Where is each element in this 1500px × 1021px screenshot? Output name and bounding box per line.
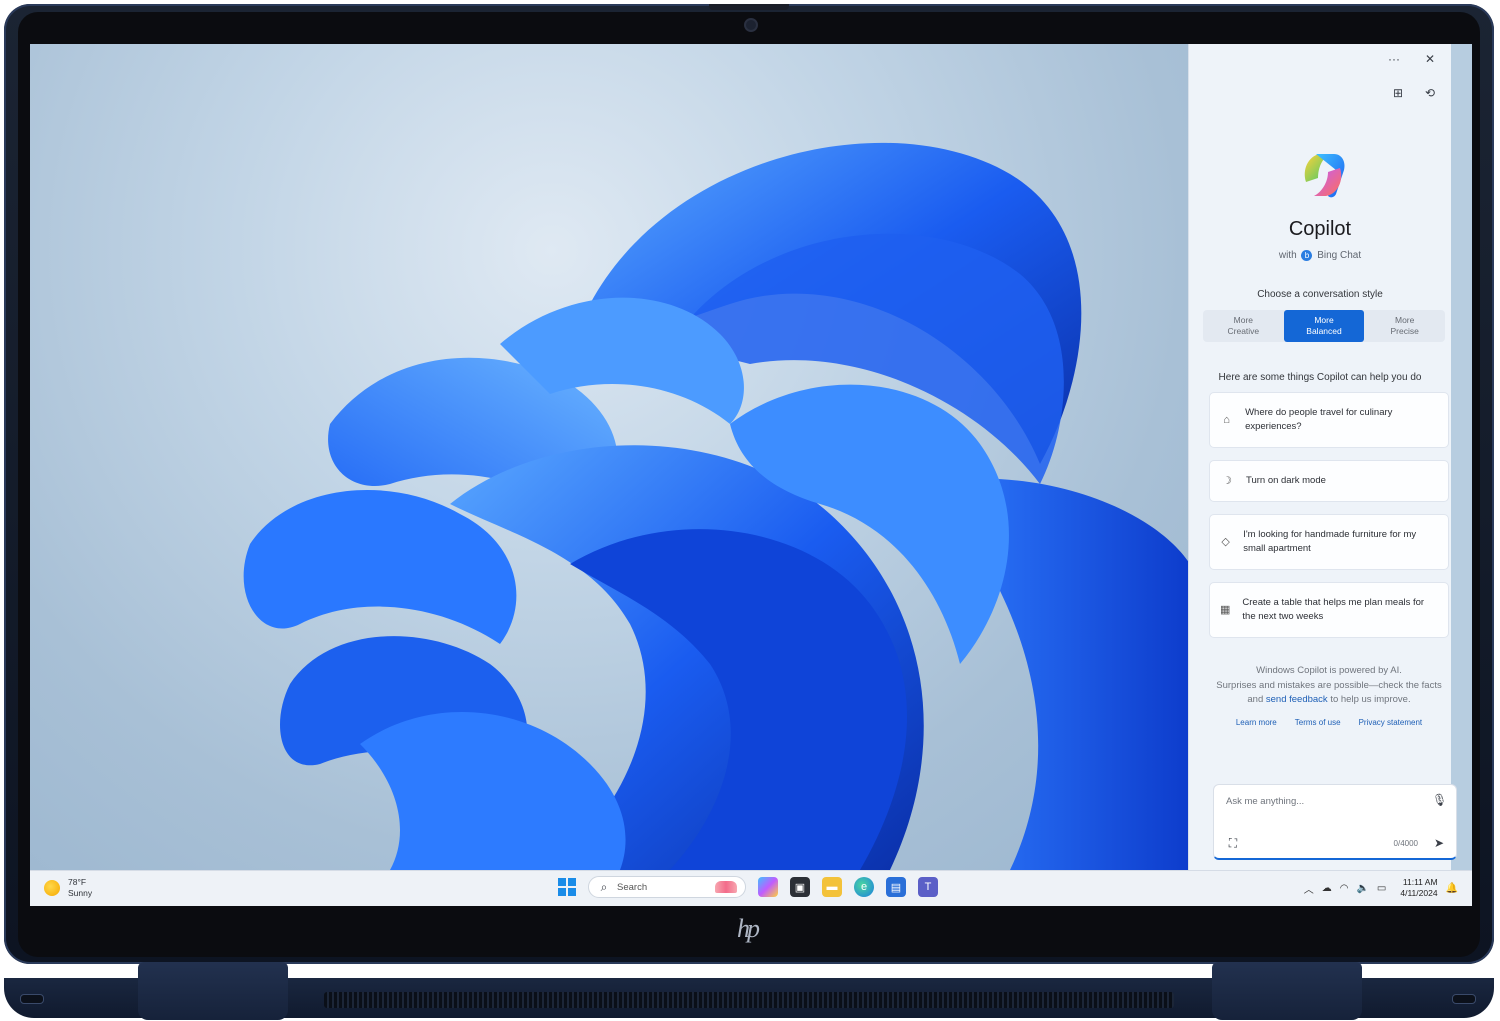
search-label: Search	[617, 881, 648, 893]
speaker-grill	[324, 992, 1174, 1008]
style-more-balanced-button[interactable]: More Balanced	[1283, 310, 1365, 342]
taskbar: 78°F Sunny ⌕ Search ▣ ▬ e ▤ T ︿ ☁ ◠ 🔈 ▭ …	[30, 870, 1472, 906]
history-icon[interactable]: ⟲	[1423, 86, 1437, 100]
clock-date: 4/11/2024	[1400, 888, 1438, 898]
copilot-window-controls: ··· ✕	[1387, 52, 1437, 66]
character-count: 0/4000	[1393, 839, 1418, 848]
laptop: ··· ✕ ⊞ ⟲ Copilot with b Bing Chat Choos…	[4, 4, 1494, 1020]
ask-input[interactable]	[1224, 795, 1418, 808]
chevron-up-icon[interactable]: ︿	[1304, 881, 1314, 896]
style-more-creative-button[interactable]: More Creative	[1203, 310, 1284, 342]
taskbar-search[interactable]: ⌕ Search	[588, 876, 746, 898]
suggestion-card[interactable]: ☽ Turn on dark mode	[1209, 460, 1449, 502]
cloud-icon[interactable]: ☁	[1322, 883, 1332, 894]
terms-of-use-link[interactable]: Terms of use	[1295, 718, 1341, 727]
copilot-logo-icon	[1304, 154, 1345, 198]
edge-icon[interactable]: e	[854, 877, 874, 897]
usb-port-left	[20, 994, 44, 1004]
search-highlight-icon	[715, 881, 737, 893]
screenshot-icon[interactable]: ⛶	[1226, 836, 1240, 850]
start-icon[interactable]	[558, 878, 576, 896]
suggestion-text: Where do people travel for culinary expe…	[1245, 407, 1393, 432]
wifi-icon[interactable]: ◠	[1340, 883, 1349, 894]
weather-desc: Sunny	[68, 888, 93, 898]
style-more-precise-button[interactable]: More Precise	[1364, 310, 1445, 342]
search-icon: ⌕	[600, 880, 608, 894]
screen: ··· ✕ ⊞ ⟲ Copilot with b Bing Chat Choos…	[30, 44, 1472, 906]
usb-port-right	[1452, 994, 1476, 1004]
send-feedback-link[interactable]: send feedback	[1266, 694, 1328, 705]
clock[interactable]: 11:11 AM 4/11/2024	[1400, 877, 1437, 899]
close-icon[interactable]: ✕	[1423, 52, 1437, 66]
taskbar-apps: ⌕ Search ▣ ▬ e ▤ T	[558, 876, 938, 898]
suggestion-card[interactable]: ⌂ Where do people travel for culinary ex…	[1209, 392, 1449, 448]
learn-more-link[interactable]: Learn more	[1236, 718, 1277, 727]
plugins-icon[interactable]: ⊞	[1391, 86, 1405, 100]
copilot-subtitle: with b Bing Chat	[1189, 250, 1451, 261]
laptop-base	[4, 962, 1494, 1020]
help-heading: Here are some things Copilot can help yo…	[1218, 372, 1422, 383]
hp-logo: hp	[737, 914, 760, 943]
battery-icon[interactable]: ▭	[1377, 883, 1386, 894]
store-icon[interactable]: ▤	[886, 877, 906, 897]
camera-housing	[709, 4, 789, 10]
ask-box: 🎙 ⛶ 0/4000 ➤	[1213, 784, 1457, 860]
teams-icon[interactable]: T	[918, 877, 938, 897]
suggestion-text: Create a table that helps me plan meals …	[1242, 597, 1425, 622]
copilot-title: Copilot	[1288, 218, 1352, 240]
copilot-panel: ··· ✕ ⊞ ⟲ Copilot with b Bing Chat Choos…	[1188, 44, 1457, 870]
copilot-toolbar: ⊞ ⟲	[1391, 86, 1437, 100]
file-explorer-icon[interactable]: ▬	[822, 877, 842, 897]
bing-icon: b	[1301, 250, 1313, 261]
system-tray: ︿ ☁ ◠ 🔈 ▭ 11:11 AM 4/11/2024 🔔	[1304, 877, 1458, 899]
send-icon[interactable]: ➤	[1432, 836, 1446, 850]
weather-temp: 78°F	[68, 877, 87, 887]
privacy-statement-link[interactable]: Privacy statement	[1359, 718, 1423, 727]
weather-widget[interactable]: 78°F Sunny	[44, 877, 92, 899]
clock-time: 11:11 AM	[1402, 877, 1438, 887]
copilot-taskbar-icon[interactable]	[758, 877, 778, 897]
suggestion-text: I'm looking for handmade furniture for m…	[1243, 529, 1417, 554]
subtitle-prefix: with	[1278, 250, 1297, 261]
volume-icon[interactable]: 🔈	[1356, 883, 1368, 894]
notification-bell-icon[interactable]: 🔔	[1446, 883, 1458, 894]
desktop-wallpaper	[30, 44, 1190, 870]
tag-icon: ◇	[1221, 536, 1230, 548]
bag-icon: ⌂	[1223, 414, 1230, 426]
microphone-icon[interactable]: 🎙	[1432, 793, 1447, 807]
hinge-right	[1212, 962, 1362, 1020]
task-view-icon[interactable]: ▣	[790, 877, 810, 897]
ai-disclaimer: Windows Copilot is powered by AI. Surpri…	[1216, 665, 1442, 705]
suggestion-card[interactable]: ◇ I'm looking for handmade furniture for…	[1209, 514, 1449, 570]
footer-links: Learn more Terms of use Privacy statemen…	[1213, 718, 1445, 727]
table-icon: ▦	[1220, 604, 1231, 616]
webcam	[744, 18, 758, 32]
hinge-left	[138, 962, 288, 1020]
more-options-icon[interactable]: ···	[1387, 52, 1401, 66]
conversation-style-selector: More Creative More Balanced More Precise	[1203, 310, 1445, 342]
subtitle-brand: Bing Chat	[1317, 250, 1362, 261]
conversation-style-label: Choose a conversation style	[1257, 289, 1383, 300]
suggestion-text: Turn on dark mode	[1246, 475, 1326, 486]
bloom-wallpaper-art	[243, 142, 1190, 870]
moon-icon: ☽	[1222, 475, 1232, 487]
suggestion-card[interactable]: ▦ Create a table that helps me plan meal…	[1209, 582, 1449, 638]
sun-icon	[44, 880, 60, 896]
